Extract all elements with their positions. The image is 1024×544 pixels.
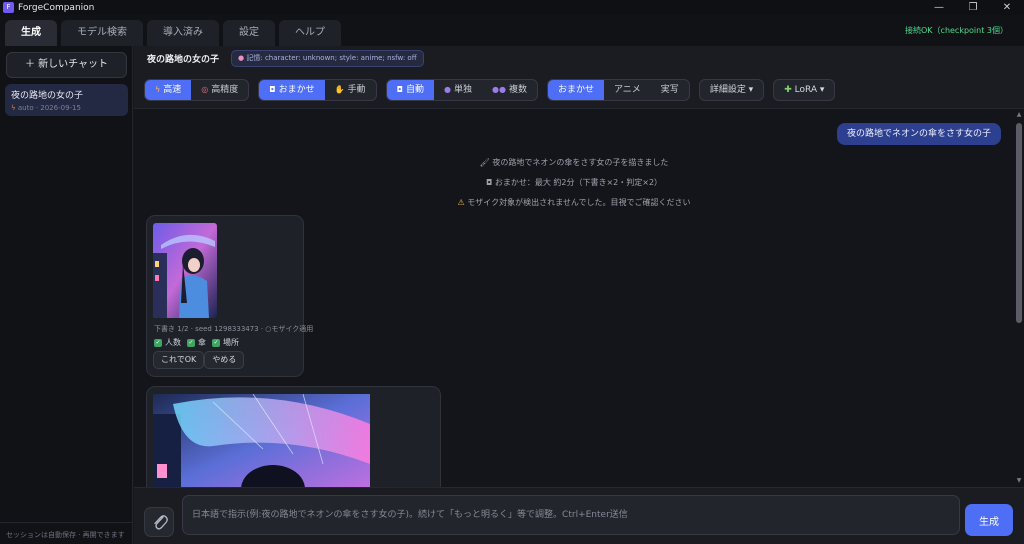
count-multi-label: 複数 — [508, 84, 527, 95]
tab-help[interactable]: ヘルプ — [279, 20, 341, 46]
style-toggle: おまかせ アニメ 実写 — [546, 78, 690, 101]
robot-icon: ◘ — [485, 178, 495, 187]
tab-model-search[interactable]: モデル検索 — [61, 20, 143, 46]
mode-auto-label: おまかせ — [278, 84, 315, 95]
people-icon: ●● — [491, 84, 506, 94]
lora-label: LoRA ▾ — [794, 84, 825, 95]
check-label: 場所 — [223, 338, 239, 347]
system-message-text: おまかせ：最大 約2分（下書き×2・判定×2） — [494, 178, 663, 187]
system-message: ⚠ モザイク対象が検出されませんでした。目視でご確認ください — [134, 197, 1014, 208]
main-tabs: 生成 モデル検索 導入済み 設定 ヘルプ 接続OK（checkpoint 3個） — [0, 15, 1024, 46]
robot-icon: ◘ — [396, 84, 403, 94]
close-button[interactable]: ✕ — [990, 0, 1024, 15]
attach-button[interactable] — [144, 507, 174, 537]
app-logo-icon: F — [3, 2, 14, 13]
generate-button[interactable]: 生成 — [965, 504, 1013, 536]
check-label: 人数 — [165, 338, 181, 347]
connection-status: 接続OK（checkpoint 3個） — [905, 26, 1008, 35]
person-icon: ● — [443, 84, 451, 94]
draft-image-card: 下書き 1/2 · seed 1298333473 · ○モザイク適用 ✓ 人数 … — [146, 215, 313, 377]
sidebar-footer: セッションは自動保存 · 再開できます — [0, 522, 133, 544]
brush-icon: 🖌 — [479, 158, 493, 167]
mode-manual-button[interactable]: ✋ 手動 — [325, 80, 376, 100]
app-title: ForgeCompanion — [18, 2, 95, 13]
count-auto-button[interactable]: ◘ 自動 — [386, 79, 434, 100]
cancel-button[interactable]: やめる — [204, 351, 245, 369]
quality-fast-label: 高速 — [163, 84, 182, 95]
check-label: 傘 — [198, 338, 206, 347]
system-message-text: 夜の路地でネオンの傘をさす女の子を描きました — [492, 158, 669, 167]
quality-fast-button[interactable]: ϟ 高速 — [145, 79, 192, 100]
title-bar: F ForgeCompanion — ❐ ✕ — [0, 0, 1024, 15]
checkbox-checked-icon: ✓ — [187, 338, 195, 347]
minimize-button[interactable]: — — [922, 0, 956, 15]
accept-button[interactable]: これでOK — [153, 351, 205, 369]
puzzle-icon: ✚ — [784, 84, 795, 95]
system-message-text: モザイク対象が検出されませんでした。目視でご確認ください — [467, 198, 691, 207]
check-list: ✓ 人数 ✓ 傘 ✓ 場所 — [154, 337, 239, 348]
memory-badge-text: 記憶: character: unknown; style: anime; ns… — [246, 54, 417, 62]
chat-header: 夜の路地の女の子 ● 記憶: character: unknown; style… — [134, 46, 1024, 71]
chat-item-meta: ϟ auto · 2026-09-15 — [11, 104, 122, 112]
chat-title: 夜の路地の女の子 — [147, 55, 220, 65]
details-dropdown[interactable]: 詳細設定 ▾ — [698, 78, 765, 101]
main-panel: 夜の路地の女の子 ● 記憶: character: unknown; style… — [134, 46, 1024, 544]
bolt-icon: ϟ — [11, 104, 18, 112]
tab-generate[interactable]: 生成 — [5, 20, 57, 46]
user-message: 夜の路地でネオンの傘をさす女の子 — [836, 123, 1001, 145]
check-item[interactable]: ✓ 人数 — [154, 337, 181, 348]
chat-scrollbar[interactable]: ▲ ▼ — [1014, 109, 1024, 487]
final-image-card — [146, 386, 441, 487]
style-auto-button[interactable]: おまかせ — [547, 79, 604, 100]
window-controls: — ❐ ✕ — [922, 0, 1024, 15]
chat-messages: 夜の路地でネオンの傘をさす女の子 🖌 夜の路地でネオンの傘をさす女の子を描きまし… — [134, 109, 1014, 487]
count-toggle: ◘ 自動 ● 単独 ●● 複数 — [385, 78, 538, 101]
scroll-thumb[interactable] — [1016, 123, 1022, 323]
mode-toggle: ◘ おまかせ ✋ 手動 — [258, 78, 377, 101]
new-chat-button[interactable]: ＋ 新しいチャット — [6, 52, 127, 78]
memory-badge: ● 記憶: character: unknown; style: anime; … — [231, 50, 424, 67]
warning-icon: ⚠ — [457, 198, 468, 207]
restore-button[interactable]: ❐ — [956, 0, 990, 15]
chat-item-meta-text: auto · 2026-09-15 — [17, 104, 81, 112]
tab-settings[interactable]: 設定 — [223, 20, 275, 46]
draft-meta: 下書き 1/2 · seed 1298333473 · ○モザイク適用 — [154, 325, 314, 333]
count-auto-label: 自動 — [405, 84, 424, 95]
system-message: 🖌 夜の路地でネオンの傘をさす女の子を描きました — [134, 157, 1014, 168]
quality-precise-button[interactable]: ◎ 高精度 — [191, 80, 248, 100]
mode-manual-label: 手動 — [347, 84, 366, 95]
quality-toggle: ϟ 高速 ◎ 高精度 — [144, 78, 250, 101]
hand-icon: ✋ — [334, 84, 345, 94]
mode-auto-button[interactable]: ◘ おまかせ — [259, 79, 325, 100]
robot-icon: ◘ — [269, 84, 276, 94]
count-single-button[interactable]: ● 単独 — [434, 80, 482, 100]
sidebar-chat-item[interactable]: 夜の路地の女の子 ϟ auto · 2026-09-15 — [5, 84, 128, 116]
quality-precise-label: 高精度 — [211, 84, 239, 95]
check-item[interactable]: ✓ 傘 — [187, 337, 206, 348]
prompt-input[interactable] — [182, 495, 960, 535]
lora-dropdown[interactable]: ✚ LoRA ▾ — [773, 78, 836, 101]
count-single-label: 単独 — [453, 84, 472, 95]
generation-toolbar: ϟ 高速 ◎ 高精度 ◘ おまかせ ✋ 手動 ◘ 自動 ● 単独 ●● 複数 おまかせ アニメ… — [134, 71, 1024, 109]
count-multi-button[interactable]: ●● 複数 — [482, 80, 537, 100]
check-item[interactable]: ✓ 場所 — [212, 337, 239, 348]
draft-image[interactable] — [153, 223, 217, 318]
input-bar: 生成 — [134, 487, 1024, 544]
tab-installed[interactable]: 導入済み — [147, 20, 219, 46]
style-anime-button[interactable]: アニメ — [604, 80, 651, 100]
scroll-up-icon[interactable]: ▲ — [1015, 111, 1023, 119]
chat-item-title: 夜の路地の女の子 — [11, 91, 84, 101]
paperclip-icon — [154, 515, 168, 530]
target-icon: ◎ — [201, 84, 209, 94]
sidebar: ＋ 新しいチャット 夜の路地の女の子 ϟ auto · 2026-09-15 セ… — [0, 46, 133, 544]
style-photo-button[interactable]: 実写 — [651, 80, 689, 100]
checkbox-checked-icon: ✓ — [154, 338, 162, 347]
system-message: ◘ おまかせ：最大 約2分（下書き×2・判定×2） — [134, 177, 1014, 188]
checkbox-checked-icon: ✓ — [212, 338, 220, 347]
card-actions: これでOK やめる — [153, 351, 245, 369]
final-image[interactable] — [153, 394, 370, 487]
bolt-icon: ϟ — [155, 84, 161, 94]
scroll-down-icon[interactable]: ▼ — [1015, 477, 1023, 485]
